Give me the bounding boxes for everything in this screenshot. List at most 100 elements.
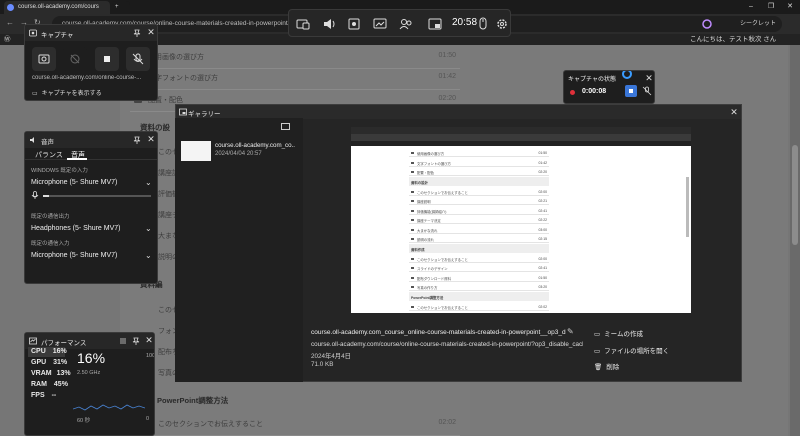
folder-icon: ▭ <box>594 348 601 355</box>
lesson-duration: 02:02 <box>438 419 456 426</box>
metric-vram[interactable]: VRAM 13% <box>31 370 71 377</box>
preview-lesson-row: 配布ダウンロード資料 01:50 <box>409 273 549 282</box>
widget-header[interactable]: キャプチャ ✕ <box>25 25 157 41</box>
preview-lesson-row: このセクションでお伝えすること 02:00 <box>409 254 549 263</box>
section-heading: PowerPoint調整方法 <box>157 396 229 405</box>
preview-video-icon <box>411 286 414 288</box>
folder-view-icon[interactable] <box>281 123 290 130</box>
preview-lesson-duration: 03:00 <box>538 227 548 232</box>
gallery-file-size: 71.0 KB <box>311 361 334 368</box>
record-last-button[interactable] <box>63 47 87 71</box>
preview-lesson-duration: 02:41 <box>538 266 548 270</box>
gallery-item-name: course.oll-academy.com_co... <box>215 142 295 149</box>
audio-widget: 音声 ✕ パランス 音声 WINDOWS 既定の入力 Microphone (5… <box>24 131 158 284</box>
widget-header[interactable]: 音声 ✕ <box>25 132 157 148</box>
close-icon[interactable]: ✕ <box>146 134 156 144</box>
screenshot-button[interactable] <box>32 47 56 71</box>
widget-header[interactable]: ギャラリー ✕ <box>176 105 741 119</box>
preview-lesson-title: 配置・配色 <box>417 171 434 175</box>
gallery-file-url[interactable]: course.oll-academy.com/course/online-cou… <box>311 341 583 348</box>
close-icon[interactable]: ✕ <box>729 107 739 117</box>
pin-icon[interactable] <box>132 337 140 345</box>
lesson-duration: 01:42 <box>438 73 456 80</box>
widget-menu-icon[interactable] <box>295 16 311 32</box>
show-captures-label: キャプチャを表示する <box>41 91 102 97</box>
cpu-frequency: 2.50 GHz <box>77 370 101 376</box>
metric-gpu[interactable]: GPU 31% <box>31 359 67 366</box>
default-input-device[interactable]: Microphone (5- Shure MV7) <box>31 252 117 259</box>
graph-duration: 60 秒 <box>77 418 91 424</box>
default-output-device[interactable]: Headphones (5- Shure MV7) <box>31 225 121 232</box>
wp-greeting[interactable]: こんにちは、テスト秋次 さん <box>690 34 776 45</box>
audio-icon[interactable] <box>321 16 337 32</box>
preview-lesson-duration: 01:50 <box>538 151 548 155</box>
close-icon[interactable]: ✕ <box>144 335 154 345</box>
preview-lesson-title: 使用画像の選び方 <box>417 152 445 156</box>
preview-lesson-duration: 02:21 <box>538 199 548 203</box>
xbox-social-icon[interactable] <box>398 16 414 32</box>
preview-lesson-duration: 01:50 <box>538 275 548 280</box>
gallery-icon <box>179 108 187 116</box>
pin-icon[interactable] <box>133 136 141 144</box>
audio-tabs: パランス 音声 <box>25 148 157 160</box>
new-tab-button[interactable]: + <box>112 1 130 14</box>
close-icon[interactable]: ✕ <box>644 73 654 83</box>
close-window-button[interactable]: ✕ <box>783 0 797 14</box>
mic-off-icon[interactable] <box>641 85 653 97</box>
show-captures-link[interactable]: ▭ キャプチャを表示する <box>32 88 154 97</box>
preview-titlebar <box>351 127 691 134</box>
chevron-down-icon[interactable]: ⌄ <box>145 178 152 187</box>
preview-lesson-title: このセクションでお伝えすること <box>417 257 468 262</box>
settings-icon[interactable] <box>119 337 127 345</box>
edit-pencil-icon[interactable]: ✎ <box>567 327 577 337</box>
stop-recording-button[interactable] <box>95 47 119 71</box>
preview-lesson-row: このセクションでお伝えすること 02:02 <box>409 302 549 311</box>
lesson-title: 文字フォントの選び方 <box>148 75 218 82</box>
preview-lesson-title: 説明の流れ <box>417 238 434 242</box>
stop-recording-button[interactable] <box>625 85 637 97</box>
chevron-down-icon[interactable]: ⌄ <box>145 224 152 233</box>
preview-lesson-duration: 02:00 <box>538 256 548 261</box>
metric-fps[interactable]: FPS -- <box>31 392 56 399</box>
delete-button[interactable]: 🗑 削除 <box>594 361 619 371</box>
metric-ram[interactable]: RAM 45% <box>31 381 68 388</box>
minimize-window-button[interactable]: – <box>744 0 758 14</box>
mic-toggle-button[interactable] <box>126 47 150 71</box>
settings-gear-icon[interactable] <box>494 16 510 32</box>
preview-lesson-duration: 02:41 <box>538 208 548 213</box>
preview-video-icon <box>411 152 414 154</box>
mic-off-icon <box>132 53 144 65</box>
back-icon[interactable]: ← <box>6 18 14 27</box>
mouse-icon[interactable] <box>475 16 491 32</box>
preview-video-icon <box>411 161 414 164</box>
performance-icon[interactable] <box>372 16 388 32</box>
preview-video-icon <box>411 305 414 308</box>
windows-default-input-device[interactable]: Microphone (5- Shure MV7) <box>31 179 117 186</box>
lesson-row[interactable]: 文字フォントの選び方 01:42 <box>130 66 460 90</box>
lesson-row[interactable]: このセクションでお伝えすること 02:02 <box>130 412 460 436</box>
preview-video-icon <box>411 267 414 269</box>
maximize-window-button[interactable]: ❐ <box>764 0 778 14</box>
mic-volume-slider[interactable] <box>43 195 151 197</box>
gallery-item[interactable]: course.oll-academy.com_co... 2024/04/04 … <box>181 141 295 161</box>
gallery-thumbnail <box>181 141 211 161</box>
preview-lesson-title: 文字フォントの選び方 <box>417 161 451 166</box>
chevron-down-icon[interactable]: ⌄ <box>145 251 152 260</box>
browser-extension-icon[interactable] <box>700 18 714 30</box>
pin-icon[interactable] <box>133 29 141 37</box>
capture-icon[interactable] <box>346 16 362 32</box>
incognito-indicator[interactable]: シークレット <box>740 18 788 30</box>
tab-balance[interactable]: パランス <box>35 150 63 160</box>
preview-video-icon <box>411 257 414 260</box>
tab-active-indicator <box>67 158 87 160</box>
metric-cpu[interactable]: CPU 16% <box>31 348 67 355</box>
page-scrollbar-thumb[interactable] <box>792 145 798 245</box>
close-icon[interactable]: ✕ <box>146 27 156 37</box>
gallery-icon[interactable] <box>427 16 443 32</box>
open-file-location-button[interactable]: ▭ ファイルの場所を開く <box>594 345 669 355</box>
create-meme-button[interactable]: ▭ ミームの作成 <box>594 328 643 338</box>
new-tab-label: + <box>115 4 119 10</box>
screenshot-preview[interactable]: 使用画像の選び方 01:50 文字フォントの選び方 01:42 配置・配色 02:20 資料… <box>351 127 691 313</box>
browser-tab-active[interactable]: course.oll-academy.com/cours <box>4 1 110 14</box>
wordpress-icon[interactable]: Ⓦ <box>4 34 11 45</box>
